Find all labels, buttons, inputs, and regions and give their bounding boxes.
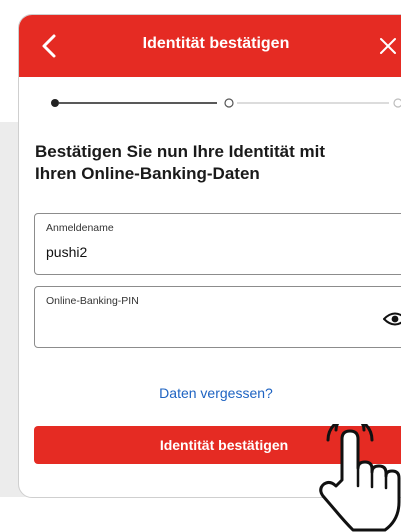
pin-label: Online-Banking-PIN — [46, 295, 139, 307]
close-icon — [380, 38, 396, 54]
page-title: Identität bestätigen — [142, 35, 290, 52]
show-pin-button[interactable] — [382, 311, 401, 327]
username-value: pushi2 — [46, 244, 88, 260]
pointing-hand-icon — [319, 424, 401, 532]
close-button[interactable] — [375, 33, 401, 59]
pin-field[interactable]: Online-Banking-PIN — [34, 286, 401, 348]
page-heading: Bestätigen Sie nun Ihre Identität mit Ih… — [35, 141, 375, 185]
username-label: Anmeldename — [46, 222, 114, 234]
username-field[interactable]: Anmeldename pushi2 — [34, 213, 401, 275]
step-3-dot — [393, 98, 401, 108]
heading-line-2: Ihren Online-Banking-Daten — [35, 164, 260, 183]
step-2-dot — [224, 98, 234, 108]
forgot-data-link[interactable]: Daten vergessen? — [19, 385, 401, 401]
heading-line-1: Bestätigen Sie nun Ihre Identität mit — [35, 142, 325, 161]
header-bar: Identität bestätigen — [19, 15, 401, 77]
step-1-dot — [51, 99, 59, 107]
eye-icon — [382, 312, 401, 326]
progress-stepper — [51, 98, 401, 108]
